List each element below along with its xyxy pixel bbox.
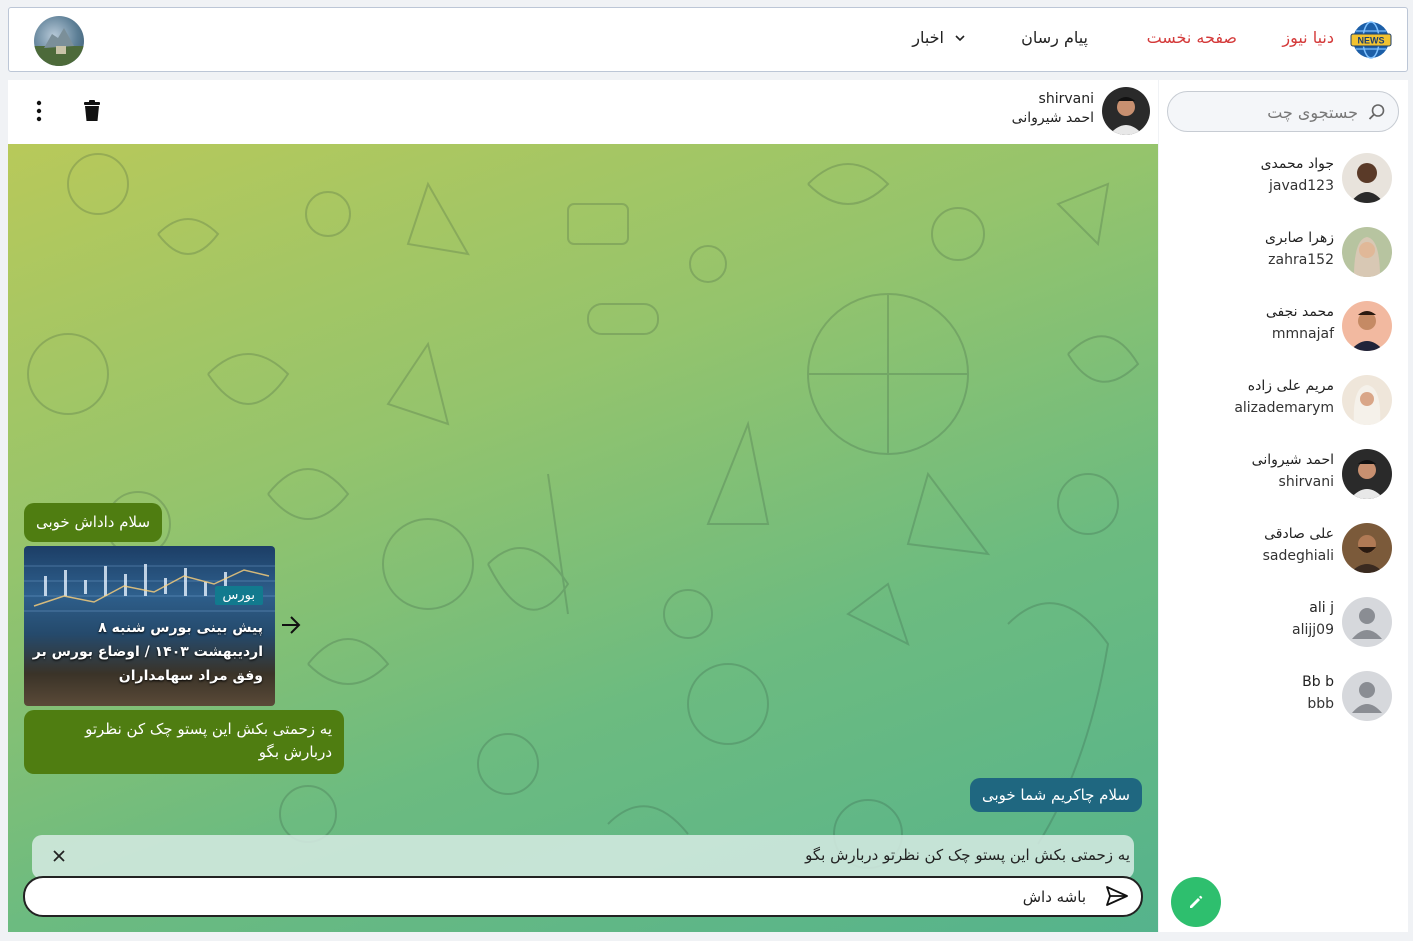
contact-avatar xyxy=(1342,449,1392,499)
contact-avatar xyxy=(1342,523,1392,573)
message-input-value: باشه داش xyxy=(1022,888,1086,906)
news-title: پیش بینی بورس شنبه ۸ اردیبهشت ۱۴۰۳ / اوض… xyxy=(32,620,263,684)
contact-name: ali j xyxy=(1309,600,1334,616)
chat-partner-name: احمد شیروانی xyxy=(1011,110,1094,126)
nav-messenger-link[interactable]: پیام رسان xyxy=(1021,28,1088,47)
contact-username: bbb xyxy=(1307,696,1334,712)
chat-partner-username: shirvani xyxy=(1038,91,1094,107)
contact-item[interactable]: Bb b bbb xyxy=(1159,666,1408,726)
message-bubble-incoming[interactable]: یه زحمتی بکش این پستو چک کن نظرتو دربارش… xyxy=(24,710,344,774)
contact-name: علی صادقی xyxy=(1264,526,1334,542)
message-text-line: دربارش بگو xyxy=(258,743,332,761)
contact-item[interactable]: ali j alijj09 xyxy=(1159,592,1408,652)
nav-news-dropdown[interactable]: اخبار xyxy=(912,28,966,47)
contact-item[interactable]: علی صادقی sadeghiali xyxy=(1159,518,1408,578)
message-text: سلام چاکریم شما خوبی xyxy=(981,786,1130,804)
message-bubble-outgoing[interactable]: سلام چاکریم شما خوبی xyxy=(969,778,1142,812)
brand-link[interactable]: دنیا نیوز xyxy=(1282,28,1334,47)
contact-username: javad123 xyxy=(1269,178,1334,194)
chat-sidebar: جستجوی چت جواد محمدی javad123 زهرا صابری… xyxy=(1159,80,1408,932)
nav-home-link[interactable]: صفحه نخست xyxy=(1147,28,1237,47)
contact-item[interactable]: زهرا صابری zahra152 xyxy=(1159,222,1408,282)
message-bubble-incoming[interactable]: سلام داداش خوبی xyxy=(24,503,163,542)
contact-username: mmnajaf xyxy=(1271,326,1334,342)
logo-badge-text: NEWS xyxy=(1358,36,1385,46)
contact-username: shirvani xyxy=(1278,474,1334,490)
reply-preview-bar: یه زحمتی بکش این پستو چک کن نظرتو دربارش… xyxy=(32,835,1134,879)
contact-item[interactable]: احمد شیروانی shirvani xyxy=(1159,444,1408,504)
contact-avatar xyxy=(1342,227,1392,277)
contact-name: Bb b xyxy=(1302,674,1334,690)
default-user-icon xyxy=(1342,597,1392,647)
nav-news-label: اخبار xyxy=(912,28,944,47)
more-options-icon[interactable] xyxy=(34,100,44,122)
search-placeholder: جستجوی چت xyxy=(1267,103,1358,122)
top-navbar: NEWS دنیا نیوز صفحه نخست پیام رسان اخبار xyxy=(8,7,1408,72)
contact-username: alijj09 xyxy=(1292,622,1334,638)
chat-partner-avatar[interactable] xyxy=(1102,87,1150,135)
contact-username: zahra152 xyxy=(1268,252,1334,268)
news-category-badge: بورس xyxy=(214,586,263,605)
contact-name: زهرا صابری xyxy=(1265,230,1334,246)
user-avatar[interactable] xyxy=(34,16,84,66)
contact-avatar xyxy=(1342,597,1392,647)
avatar-photo-icon xyxy=(34,28,84,66)
contact-avatar xyxy=(1342,301,1392,351)
news-globe-logo-icon[interactable]: NEWS xyxy=(1349,20,1393,60)
contact-name: محمد نجفی xyxy=(1265,304,1334,320)
send-icon[interactable] xyxy=(1105,885,1129,907)
contact-avatar xyxy=(1342,671,1392,721)
new-chat-button[interactable] xyxy=(1171,877,1221,927)
contact-item[interactable]: محمد نجفی mmnajaf xyxy=(1159,296,1408,356)
contact-item[interactable]: جواد محمدی javad123 xyxy=(1159,148,1408,208)
contact-name: جواد محمدی xyxy=(1260,156,1334,172)
search-icon xyxy=(1368,104,1385,120)
close-icon[interactable] xyxy=(52,849,66,863)
message-text-line: یه زحمتی بکش این پستو چک کن نظرتو xyxy=(85,720,332,738)
contact-username: alizademarym xyxy=(1234,400,1334,416)
contact-item[interactable]: مریم علی زاده alizademarym xyxy=(1159,370,1408,430)
pencil-icon xyxy=(1190,895,1203,908)
forward-arrow-icon[interactable] xyxy=(280,615,302,635)
chevron-down-icon xyxy=(955,34,965,41)
chat-header: shirvani احمد شیروانی xyxy=(8,80,1158,144)
chat-search-input[interactable]: جستجوی چت xyxy=(1167,91,1399,132)
shared-news-card[interactable]: بورس پیش بینی بورس شنبه ۸ اردیبهشت ۱۴۰۳ … xyxy=(24,546,275,706)
reply-preview-text: یه زحمتی بکش این پستو چک کن نظرتو دربارش… xyxy=(805,846,1130,864)
contact-name: مریم علی زاده xyxy=(1247,378,1334,394)
contact-avatar xyxy=(1342,375,1392,425)
default-user-icon xyxy=(1342,671,1392,721)
message-input[interactable]: باشه داش xyxy=(23,876,1143,917)
chat-background-pattern xyxy=(27,153,1140,869)
contact-username: sadeghiali xyxy=(1262,548,1334,564)
trash-icon[interactable] xyxy=(82,100,102,122)
contact-name: احمد شیروانی xyxy=(1251,452,1334,468)
message-text: سلام داداش خوبی xyxy=(36,513,151,531)
contact-avatar xyxy=(1342,153,1392,203)
chat-messages-area: سلام داداش خوبی بورس پیش بینی بورس شنبه … xyxy=(8,144,1158,932)
